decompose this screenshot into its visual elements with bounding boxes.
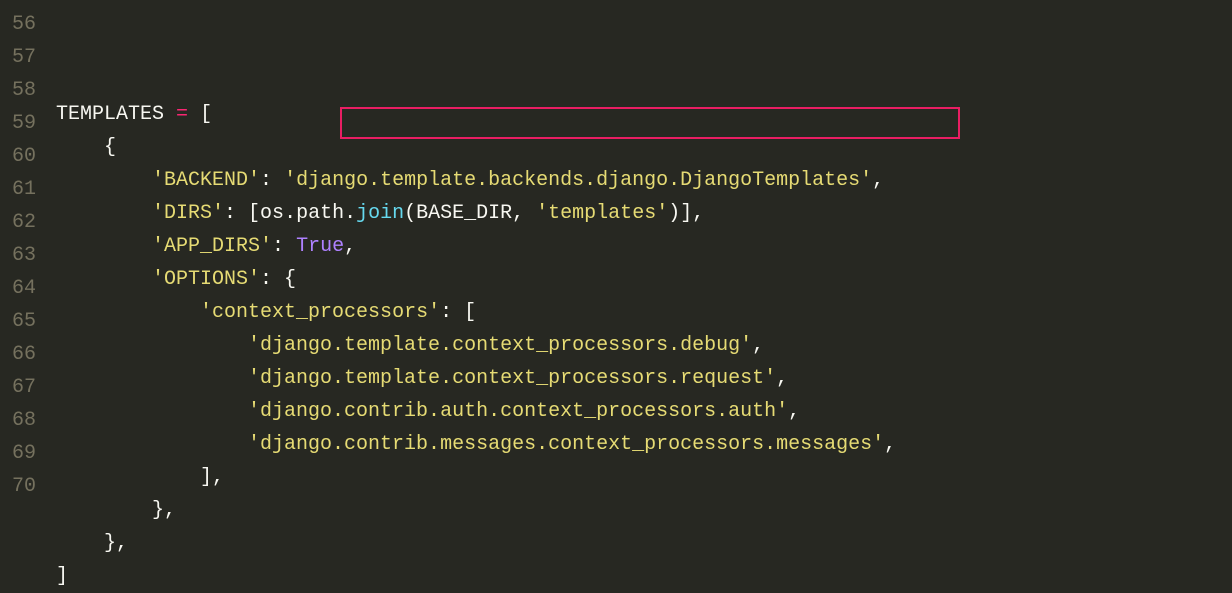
indent [56,499,152,522]
code-token: : [ [224,202,260,225]
line-number: 65 [8,305,36,338]
code-line[interactable]: { [56,131,896,164]
indent [56,235,152,258]
code-token: , [512,202,536,225]
line-number: 57 [8,41,36,74]
indent [56,268,152,291]
code-token: , [776,367,788,390]
line-number: 70 [8,470,36,503]
code-line[interactable]: ], [56,461,896,494]
line-number-gutter: 565758596061626364656667686970 [0,0,48,527]
code-token: . [284,202,296,225]
code-line[interactable]: 'django.template.context_processors.debu… [56,329,896,362]
line-number: 64 [8,272,36,305]
line-number: 61 [8,173,36,206]
code-token: 'django.template.context_processors.requ… [248,367,776,390]
indent [56,169,152,192]
code-token: , [884,433,896,456]
code-token: [ [188,103,212,126]
code-token: , [788,400,800,423]
code-token [164,103,176,126]
indent [56,367,248,390]
code-token: os [260,202,284,225]
code-token: }, [152,499,176,522]
code-token: }, [104,532,128,555]
code-token: True [296,235,344,258]
code-line[interactable]: }, [56,494,896,527]
code-token: : [ [440,301,476,324]
code-line[interactable]: 'django.contrib.auth.context_processors.… [56,395,896,428]
indent [56,433,248,456]
indent [56,400,248,423]
code-token: 'templates' [536,202,668,225]
indent [56,466,200,489]
code-token: ], [200,466,224,489]
code-token: 'APP_DIRS' [152,235,272,258]
code-token: 'OPTIONS' [152,268,260,291]
code-line[interactable]: TEMPLATES = [ [56,98,896,131]
code-token: 'django.contrib.auth.context_processors.… [248,400,788,423]
code-token: , [344,235,356,258]
code-token: path [296,202,344,225]
code-token: = [176,103,188,126]
code-line[interactable]: 'OPTIONS': { [56,263,896,296]
line-number: 63 [8,239,36,272]
indent [56,202,152,225]
code-line[interactable]: }, [56,527,896,560]
code-token: 'django.contrib.messages.context_process… [248,433,884,456]
line-number: 60 [8,140,36,173]
line-number: 69 [8,437,36,470]
code-token: 'DIRS' [152,202,224,225]
line-number: 66 [8,338,36,371]
code-token: 'django.template.backends.django.DjangoT… [284,169,872,192]
code-line[interactable]: 'BACKEND': 'django.template.backends.dja… [56,164,896,197]
code-token: BASE_DIR [416,202,512,225]
code-token: 'context_processors' [200,301,440,324]
code-token: TEMPLATES [56,103,164,126]
code-token: : { [260,268,296,291]
line-number: 56 [8,8,36,41]
line-number: 59 [8,107,36,140]
code-token: , [752,334,764,357]
code-token: )], [668,202,704,225]
code-line[interactable]: 'django.template.context_processors.requ… [56,362,896,395]
code-token: 'BACKEND' [152,169,260,192]
code-token: ] [56,565,68,588]
code-token: : [272,235,296,258]
code-token: : [260,169,284,192]
code-token: . [344,202,356,225]
code-token: , [872,169,884,192]
code-token: { [104,136,116,159]
indent [56,136,104,159]
code-area[interactable]: TEMPLATES = [ { 'BACKEND': 'django.templ… [48,0,896,527]
indent [56,532,104,555]
code-line[interactable]: 'context_processors': [ [56,296,896,329]
indent [56,301,200,324]
code-line[interactable]: 'django.contrib.messages.context_process… [56,428,896,461]
indent [56,334,248,357]
code-line[interactable]: ] [56,560,896,593]
code-token: 'django.template.context_processors.debu… [248,334,752,357]
code-editor[interactable]: 565758596061626364656667686970 TEMPLATES… [0,0,1232,527]
code-line[interactable]: 'DIRS': [os.path.join(BASE_DIR, 'templat… [56,197,896,230]
line-number: 67 [8,371,36,404]
line-number: 62 [8,206,36,239]
line-number: 68 [8,404,36,437]
line-number: 58 [8,74,36,107]
code-line[interactable]: 'APP_DIRS': True, [56,230,896,263]
code-token: join [356,202,404,225]
code-token: ( [404,202,416,225]
